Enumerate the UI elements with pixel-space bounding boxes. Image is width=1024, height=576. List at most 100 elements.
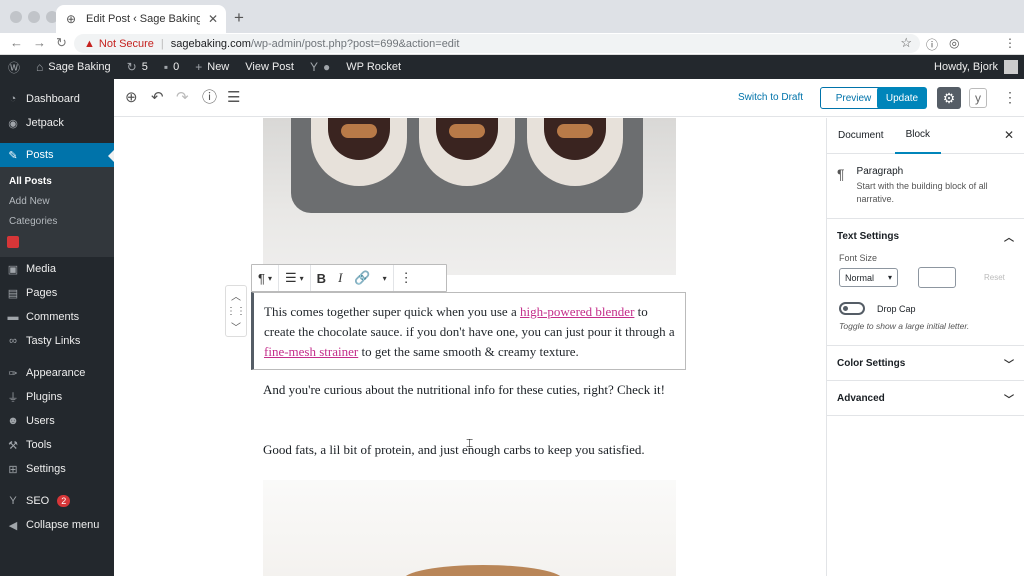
selected-paragraph-block[interactable]: This comes together super quick when you… (251, 292, 686, 370)
info-icon[interactable]: ⓘ (202, 90, 217, 105)
submenu-all-posts[interactable]: All Posts (0, 171, 114, 191)
sidebar-item-tools[interactable]: ⚒ Tools (0, 433, 114, 457)
sidebar-item-users[interactable]: ☻ Users (0, 409, 114, 433)
extension-icon[interactable]: ◎ (949, 36, 959, 50)
blender-link[interactable]: high-powered blender (520, 304, 634, 319)
users-icon: ☻ (7, 415, 19, 427)
more-tools-icon[interactable]: ⋮ (1003, 89, 1017, 106)
close-tab-icon[interactable]: ✕ (208, 12, 218, 26)
paragraph-text: to get the same smooth & creamy texture. (358, 344, 579, 359)
sidebar-item-jetpack[interactable]: ◉ Jetpack (0, 111, 114, 135)
dashboard-icon: ◔ (9, 93, 17, 105)
comments-link[interactable]: ▪ 0 (156, 55, 187, 79)
yoast-sidebar-button[interactable]: y (969, 88, 987, 108)
posts-submenu: All Posts Add New Categories (0, 167, 114, 257)
wordpress-logo-icon[interactable]: Ⓦ (0, 55, 28, 79)
view-post-link[interactable]: View Post (237, 55, 302, 79)
browser-tab-title: Edit Post ‹ Sage Baking — Wo (86, 13, 200, 25)
switch-to-draft-button[interactable]: Switch to Draft (738, 92, 803, 103)
undo-icon[interactable]: ↶ (151, 90, 164, 105)
not-secure-label: Not Secure (98, 37, 154, 50)
tab-document[interactable]: Document (827, 118, 895, 154)
bookmark-star-icon[interactable]: ☆ (900, 35, 912, 51)
strainer-link[interactable]: fine-mesh strainer (264, 344, 358, 359)
sidebar-item-appearance[interactable]: ✑ Appearance (0, 361, 114, 385)
advanced-section[interactable]: Advanced ﹀ (827, 381, 1024, 416)
more-format-chevron-icon[interactable]: ▾ (377, 265, 394, 291)
browser-toolbar: ← → ↻ ▲ Not Secure | sagebaking.com /wp-… (0, 33, 1024, 83)
submenu-add-new[interactable]: Add New (0, 191, 114, 211)
collapse-menu-button[interactable]: ◀ Collapse menu (0, 513, 114, 537)
forward-icon[interactable]: → (33, 35, 46, 50)
section-title: Advanced (837, 392, 885, 404)
redo-icon[interactable]: ↷ (176, 90, 189, 105)
window-minimize-button[interactable] (28, 11, 40, 23)
update-button[interactable]: Update (877, 87, 927, 109)
updates-link[interactable]: ↻ 5 (119, 55, 156, 79)
sidebar-item-label: Pages (26, 287, 58, 299)
link-icon: ∞ (9, 335, 17, 347)
sidebar-item-settings[interactable]: ⊞ Settings (0, 457, 114, 481)
font-size-value: Normal (845, 272, 875, 283)
drag-handle-icon[interactable]: ⋮⋮ (226, 306, 246, 317)
wp-rocket-link[interactable]: WP Rocket (338, 55, 409, 79)
new-tab-button[interactable]: + (234, 8, 244, 28)
sidebar-item-media[interactable]: ▣ Media (0, 257, 114, 281)
italic-button[interactable]: I (332, 265, 348, 291)
paragraph-block-nutrition[interactable]: And you're curious about the nutritional… (263, 380, 678, 400)
address-bar[interactable]: ▲ Not Secure | sagebaking.com /wp-admin/… (74, 34, 920, 53)
reload-icon[interactable]: ↻ (56, 35, 67, 51)
browser-tab[interactable]: ⊕ Edit Post ‹ Sage Baking — Wo ✕ (56, 5, 226, 33)
bold-button[interactable]: B (311, 265, 332, 291)
align-button[interactable]: ☰ ▾ (279, 265, 311, 291)
editor-toolbar: ⊕ ↶ ↷ ⓘ ☰ Switch to Draft Preview Update… (114, 79, 1024, 117)
yoast-link[interactable]: Y ● (302, 55, 338, 79)
submenu-categories[interactable]: Categories (0, 211, 114, 231)
block-description: Start with the building block of all nar… (856, 181, 988, 204)
sidebar-item-plugins[interactable]: ⏚ Plugins (0, 385, 114, 409)
block-type-button[interactable]: ¶ ▾ (252, 265, 279, 291)
sidebar-item-seo[interactable]: Y SEO 2 (0, 489, 114, 513)
site-name-link[interactable]: ⌂ Sage Baking (28, 55, 119, 79)
sidebar-item-label: Tools (26, 439, 52, 451)
move-up-icon[interactable]: ︿ (231, 288, 241, 303)
sidebar-item-label: Media (26, 263, 56, 275)
sidebar-item-label: Appearance (26, 367, 86, 379)
bottom-image[interactable] (263, 480, 676, 576)
sidebar-item-pages[interactable]: ▤ Pages (0, 281, 114, 305)
add-block-icon[interactable]: ⊕ (125, 90, 138, 105)
font-size-select[interactable]: Normal ▾ (839, 268, 898, 287)
drop-cap-label: Drop Cap (877, 303, 916, 314)
settings-gear-button[interactable]: ⚙ (937, 87, 961, 109)
block-more-options-icon[interactable]: ⋮ (394, 265, 419, 291)
account-menu[interactable]: Howdy, Bjork (934, 60, 1024, 74)
link-button[interactable]: 🔗 (348, 265, 376, 291)
info-extension-icon[interactable]: ⓘ (926, 36, 938, 53)
custom-font-size-input[interactable] (918, 267, 956, 288)
window-close-button[interactable] (10, 11, 22, 23)
wp-admin-bar: Ⓦ ⌂ Sage Baking ↻ 5 ▪ 0 + New View Post Y ● W… (0, 55, 1024, 79)
move-down-icon[interactable]: ﹀ (231, 319, 241, 334)
settings-sidebar: Document Block ✕ ¶ Paragraph Start with … (826, 118, 1024, 576)
browser-menu-icon[interactable]: ⋮ (1004, 36, 1016, 50)
drop-cap-toggle[interactable] (839, 302, 865, 315)
comments-count: 0 (173, 61, 180, 73)
new-content-link[interactable]: + New (187, 55, 237, 79)
pushpin-icon: ✎ (8, 149, 18, 162)
close-icon[interactable]: ✕ (1004, 128, 1014, 142)
sidebar-item-dashboard[interactable]: ◔ Dashboard (0, 87, 114, 111)
back-icon[interactable]: ← (10, 35, 23, 50)
block-navigation-icon[interactable]: ☰ (227, 90, 240, 105)
cup (419, 118, 515, 186)
muffin-tin (291, 118, 643, 213)
cupcake-tin-image[interactable] (263, 118, 676, 275)
plugin-red-icon[interactable] (7, 236, 19, 248)
cup (527, 118, 623, 186)
text-settings-toggle[interactable]: Text Settings ︿ (827, 219, 1024, 253)
sidebar-item-tasty-links[interactable]: ∞ Tasty Links (0, 329, 114, 353)
color-settings-section[interactable]: Color Settings ﹀ (827, 346, 1024, 381)
sidebar-item-posts[interactable]: ✎ Posts (0, 143, 114, 167)
sidebar-item-comments[interactable]: ▬ Comments (0, 305, 114, 329)
tab-block[interactable]: Block (894, 118, 942, 154)
reset-button[interactable]: Reset (984, 273, 1005, 282)
